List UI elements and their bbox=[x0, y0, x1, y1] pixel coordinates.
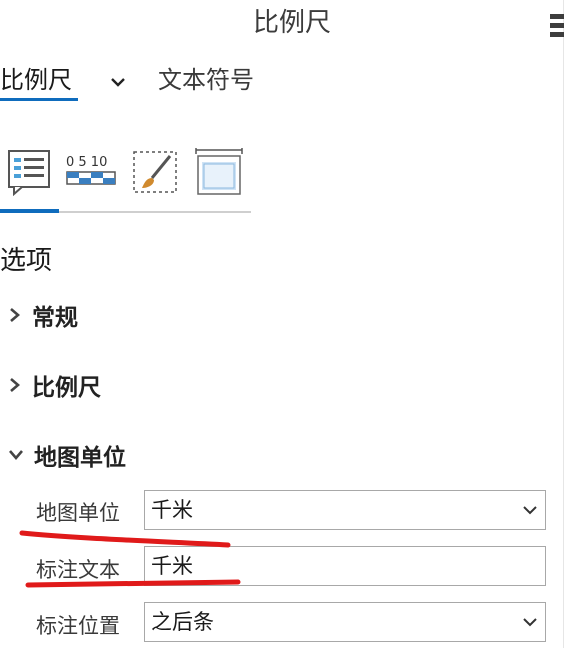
label-position-value: 之后条 bbox=[151, 610, 214, 634]
scale-bar-icon[interactable]: 0 5 10 bbox=[66, 148, 118, 196]
group-scale-bar-label: 比例尺 bbox=[32, 375, 101, 401]
tab-active-indicator bbox=[0, 98, 78, 101]
chevron-down-icon bbox=[9, 450, 23, 460]
options-icon[interactable] bbox=[6, 148, 52, 196]
group-general[interactable]: 常规 bbox=[8, 298, 78, 332]
label-position-select[interactable]: 之后条 bbox=[144, 602, 546, 642]
section-title: 选项 bbox=[0, 246, 53, 276]
chevron-right-icon bbox=[10, 308, 20, 322]
pane-menu-icon[interactable] bbox=[550, 14, 564, 42]
tab-text-symbol[interactable]: 文本符号 bbox=[158, 62, 254, 98]
label-position-label: 标注位置 bbox=[36, 614, 120, 638]
chevron-right-icon bbox=[10, 378, 20, 392]
label-text-label: 标注文本 bbox=[36, 558, 120, 582]
pane-title: 比例尺 bbox=[252, 8, 331, 38]
group-general-label: 常规 bbox=[32, 305, 78, 331]
map-units-value: 千米 bbox=[151, 498, 193, 522]
map-units-select[interactable]: 千米 bbox=[144, 490, 546, 530]
tab-scale-bar[interactable]: 比例尺 bbox=[0, 62, 72, 98]
group-scale-bar[interactable]: 比例尺 bbox=[8, 368, 101, 402]
annotation-underline bbox=[19, 530, 231, 548]
map-units-label: 地图单位 bbox=[36, 501, 120, 525]
scale-bar-icon-label: 0 5 10 bbox=[66, 155, 107, 170]
chevron-down-icon[interactable] bbox=[108, 72, 128, 92]
group-map-units-label: 地图单位 bbox=[34, 445, 126, 471]
brush-icon[interactable] bbox=[132, 148, 178, 196]
display-icon[interactable] bbox=[194, 148, 244, 196]
label-text-value: 千米 bbox=[151, 554, 193, 578]
chevron-down-icon bbox=[523, 618, 537, 627]
chevron-down-icon bbox=[523, 506, 537, 515]
label-text-input[interactable]: 千米 bbox=[144, 546, 546, 586]
group-map-units[interactable]: 地图单位 bbox=[8, 438, 126, 472]
icon-tab-active-indicator bbox=[0, 209, 59, 213]
